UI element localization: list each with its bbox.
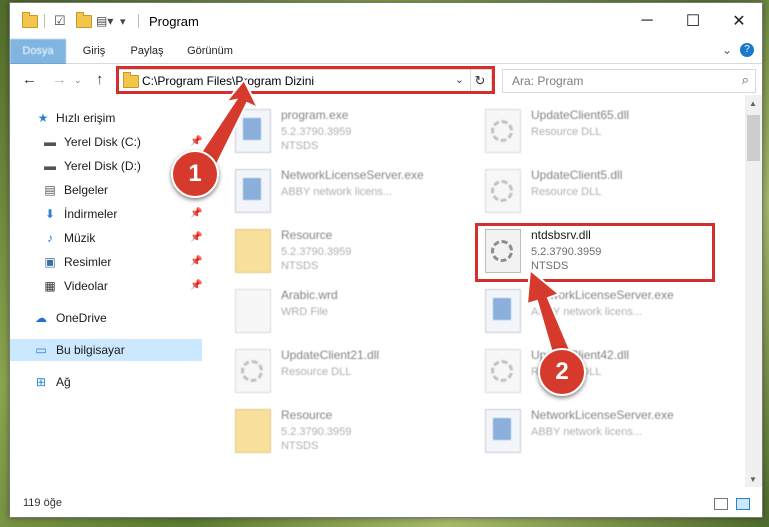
step-1-badge: 1	[171, 150, 219, 198]
arrow-2-icon	[525, 268, 572, 358]
annotation-arrows	[194, 78, 572, 358]
step-2-badge: 2	[538, 348, 586, 396]
